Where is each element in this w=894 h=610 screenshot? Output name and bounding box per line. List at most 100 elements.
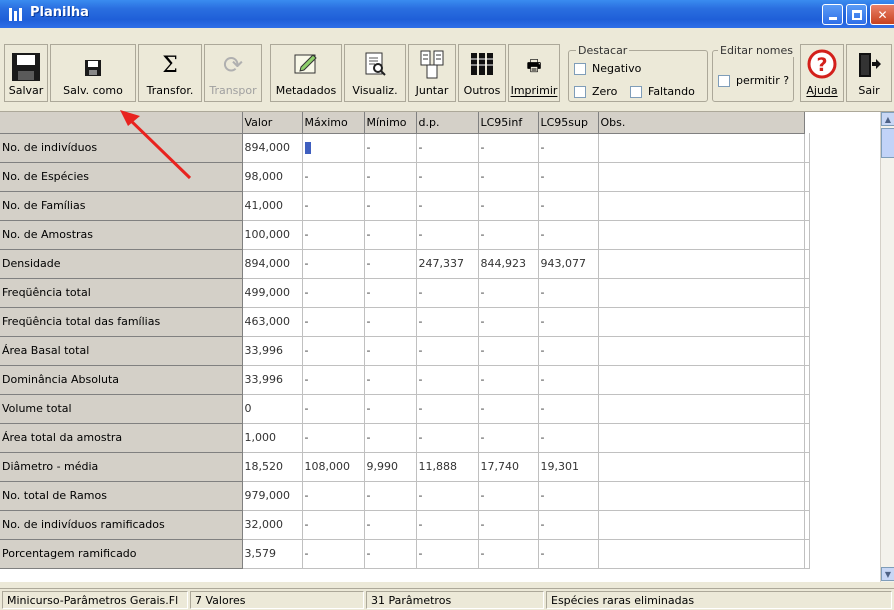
table-row[interactable]: No. de Amostras 100,000- - - - -	[0, 220, 810, 250]
others-button[interactable]: Outros	[458, 44, 506, 102]
grid-cell[interactable]: -	[538, 481, 599, 511]
transform-button[interactable]: Σ Transfor.	[138, 44, 202, 102]
grid-cell[interactable]: 11,888	[416, 452, 479, 482]
grid-cell[interactable]: -	[416, 133, 479, 163]
grid-cell[interactable]: -	[302, 162, 365, 192]
column-header[interactable]: Mínimo	[364, 112, 417, 134]
grid-cell[interactable]: 499,000	[242, 278, 303, 308]
grid-cell[interactable]: 33,996	[242, 336, 303, 366]
row-header[interactable]: No. de indivíduos ramificados	[0, 510, 243, 540]
faltando-checkbox[interactable]	[630, 86, 642, 98]
grid-cell[interactable]: -	[478, 539, 539, 569]
row-header[interactable]: Freqüência total das famílias	[0, 307, 243, 337]
data-grid[interactable]: Valor Máximo Mínimo d.p. LC95inf LC95sup…	[0, 112, 880, 582]
grid-cell[interactable]: 98,000	[242, 162, 303, 192]
grid-cell[interactable]: -	[364, 365, 417, 395]
grid-cell[interactable]	[598, 133, 805, 163]
grid-cell[interactable]: 108,000	[302, 452, 365, 482]
grid-cell[interactable]: 844,923	[478, 249, 539, 279]
grid-cell[interactable]: 979,000	[242, 481, 303, 511]
grid-cell[interactable]	[598, 336, 805, 366]
grid-cell[interactable]: -	[302, 539, 365, 569]
grid-cell[interactable]: 41,000	[242, 191, 303, 221]
table-row[interactable]: Densidade 894,000- -247,337 844,923 943,077	[0, 249, 810, 279]
grid-cell[interactable]: 9,990	[364, 452, 417, 482]
row-header[interactable]: Volume total	[0, 394, 243, 424]
grid-cell[interactable]: 943,077	[538, 249, 599, 279]
row-header[interactable]: No. de Famílias	[0, 191, 243, 221]
table-row[interactable]: Porcentagem ramificado 3,579- - - - -	[0, 539, 810, 569]
row-header[interactable]: Diâmetro - média	[0, 452, 243, 482]
grid-cell[interactable]: 18,520	[242, 452, 303, 482]
vertical-scrollbar[interactable]: ▲ ▼	[880, 112, 894, 582]
grid-cell[interactable]: 100,000	[242, 220, 303, 250]
transpose-button[interactable]: ⟳ Transpor	[204, 44, 262, 102]
table-row[interactable]: Área total da amostra 1,000- - - - -	[0, 423, 810, 453]
grid-cell[interactable]: -	[538, 191, 599, 221]
grid-cell[interactable]: -	[302, 423, 365, 453]
grid-cell[interactable]: 894,000	[242, 133, 303, 163]
column-header[interactable]: LC95sup	[538, 112, 599, 134]
grid-cell[interactable]: -	[364, 191, 417, 221]
grid-cell[interactable]: -	[302, 394, 365, 424]
row-header[interactable]: Área total da amostra	[0, 423, 243, 453]
minimize-button[interactable]	[822, 4, 843, 25]
negativo-checkbox[interactable]	[574, 63, 586, 75]
column-header[interactable]: LC95inf	[478, 112, 539, 134]
grid-cell[interactable]: -	[416, 365, 479, 395]
grid-cell[interactable]: -	[416, 220, 479, 250]
grid-cell[interactable]: -	[478, 510, 539, 540]
grid-cell[interactable]: -	[302, 220, 365, 250]
row-header[interactable]: Densidade	[0, 249, 243, 279]
grid-cell[interactable]: -	[416, 539, 479, 569]
grid-cell[interactable]: -	[478, 133, 539, 163]
grid-cell[interactable]	[598, 394, 805, 424]
grid-cell[interactable]: 3,579	[242, 539, 303, 569]
grid-cell[interactable]: -	[538, 510, 599, 540]
grid-cell[interactable]: -	[538, 539, 599, 569]
grid-cell[interactable]	[598, 481, 805, 511]
metadata-button[interactable]: Metadados	[270, 44, 342, 102]
scroll-down-button[interactable]: ▼	[881, 567, 894, 581]
grid-cell[interactable]: -	[302, 191, 365, 221]
table-row[interactable]: Dominância Absoluta 33,996- - - - -	[0, 365, 810, 395]
save-button[interactable]: Salvar	[4, 44, 48, 102]
grid-cell[interactable]: -	[416, 510, 479, 540]
grid-cell[interactable]: -	[302, 307, 365, 337]
column-header[interactable]: Máximo	[302, 112, 365, 134]
preview-button[interactable]: Visualiz.	[344, 44, 406, 102]
grid-cell[interactable]: -	[538, 394, 599, 424]
grid-cell[interactable]: -	[302, 336, 365, 366]
exit-button[interactable]: Sair	[846, 44, 892, 102]
grid-cell[interactable]: -	[538, 162, 599, 192]
grid-cell[interactable]: -	[416, 278, 479, 308]
grid-cell[interactable]: -	[416, 336, 479, 366]
grid-cell[interactable]: -	[364, 336, 417, 366]
maximize-button[interactable]	[846, 4, 867, 25]
table-row[interactable]: No. de Famílias 41,000- - - - -	[0, 191, 810, 221]
column-header[interactable]: Obs.	[598, 112, 805, 134]
grid-cell[interactable]: 247,337	[416, 249, 479, 279]
table-row[interactable]: No. de indivíduos 894,000- - - -	[0, 133, 810, 163]
grid-cell[interactable]: -	[416, 191, 479, 221]
grid-cell[interactable]: -	[364, 423, 417, 453]
help-button[interactable]: ? Ajuda	[800, 44, 844, 102]
save-as-button[interactable]: Salv. como	[50, 44, 136, 102]
close-button[interactable]: ✕	[870, 4, 894, 25]
grid-cell[interactable]: -	[478, 220, 539, 250]
table-row[interactable]: Diâmetro - média 18,520 108,000 9,990 11,888…	[0, 452, 810, 482]
grid-cell[interactable]: 32,000	[242, 510, 303, 540]
scroll-thumb[interactable]	[881, 128, 894, 158]
grid-cell[interactable]: -	[364, 481, 417, 511]
grid-cell[interactable]: 0	[242, 394, 303, 424]
grid-cell[interactable]: -	[478, 278, 539, 308]
table-row[interactable]: Freqüência total das famílias 463,000- - - -…	[0, 307, 810, 337]
grid-cell[interactable]: -	[364, 394, 417, 424]
grid-cell[interactable]: -	[364, 249, 417, 279]
grid-cell[interactable]: -	[302, 278, 365, 308]
grid-cell[interactable]: -	[478, 336, 539, 366]
grid-cell[interactable]: 19,301	[538, 452, 599, 482]
grid-cell[interactable]: 463,000	[242, 307, 303, 337]
row-header[interactable]: Dominância Absoluta	[0, 365, 243, 395]
table-row[interactable]: No. total de Ramos 979,000- - - - -	[0, 481, 810, 511]
